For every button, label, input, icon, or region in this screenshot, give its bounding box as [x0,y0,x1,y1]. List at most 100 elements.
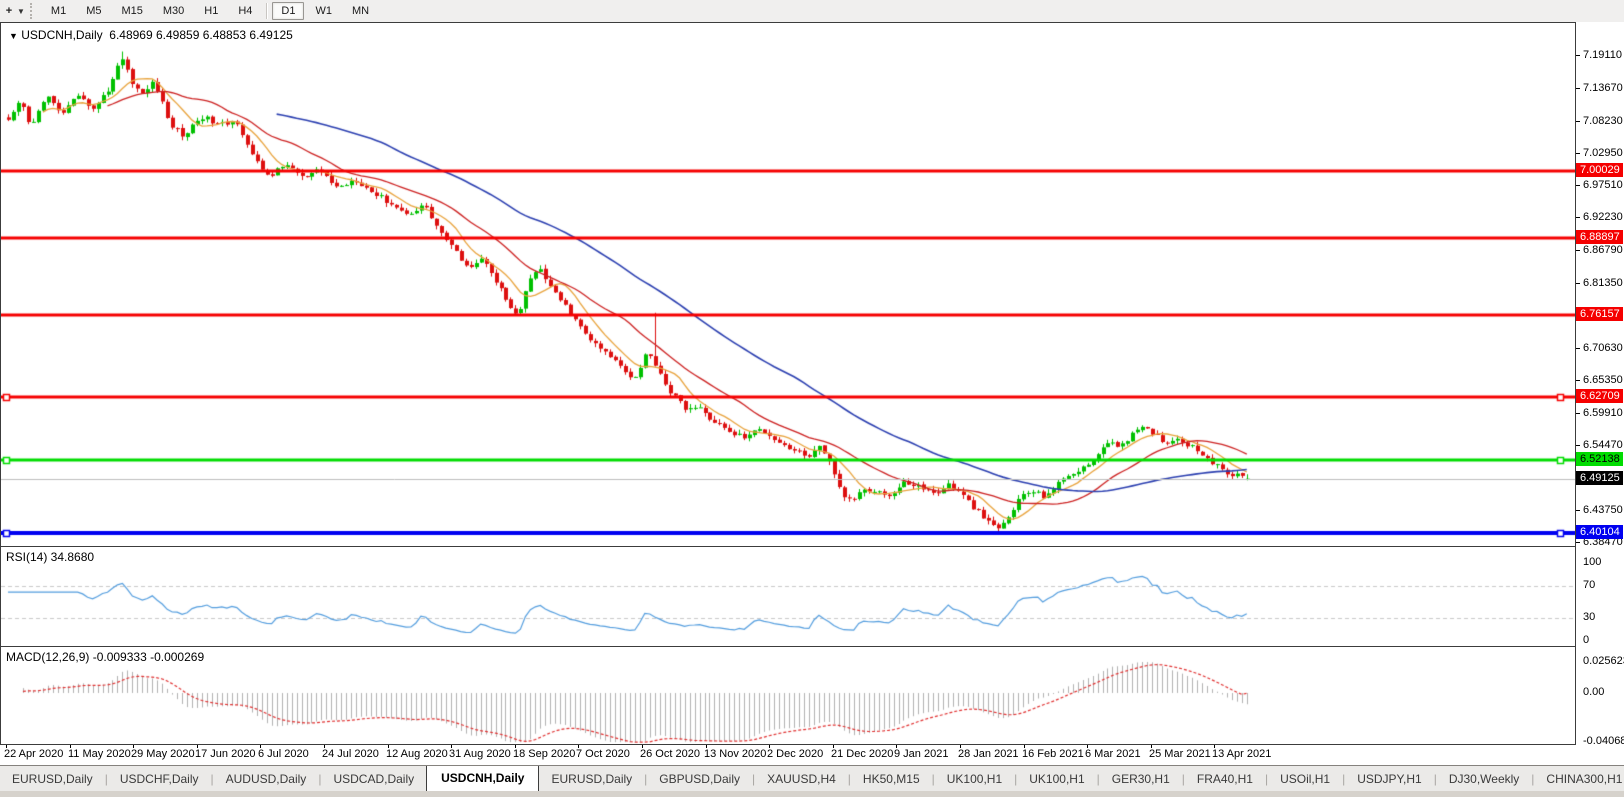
chart-region: ▼ USDCNH,Daily 6.48969 6.49859 6.48853 6… [0,22,1624,765]
crosshair-icon[interactable]: + [2,5,16,17]
timeframe-button-m1[interactable]: M1 [42,2,75,20]
timeframe-button-w1[interactable]: W1 [306,2,341,20]
date-label: 12 Aug 2020 [386,748,448,760]
date-label: 18 Sep 2020 [513,748,575,760]
rsi-tick-label: 30 [1583,611,1595,623]
date-label: 24 Jul 2020 [322,748,379,760]
axis-tick-mark [1576,445,1580,446]
date-label: 28 Jan 2021 [958,748,1019,760]
date-axis[interactable]: 22 Apr 2020 11 May 202029 May 202017 Jun … [0,745,1576,763]
hline-price-tag: 6.62709 [1576,389,1623,403]
toolbar-separator [266,3,267,19]
timeframe-button-m15[interactable]: M15 [112,2,151,20]
axis-tick-mark [1576,542,1580,543]
chart-tab-fra40-h1[interactable]: FRA40,H1 [1185,767,1265,792]
price-tick-label: 6.65350 [1583,374,1623,386]
date-label: 9 Jan 2021 [894,748,948,760]
chart-tab-usoil-h1[interactable]: USOil,H1 [1268,767,1342,792]
rsi-tick-label: 0 [1583,634,1589,646]
date-label: 22 Apr 2020 [4,748,63,760]
price-tick-label: 6.81350 [1583,277,1623,289]
price-tick-label: 7.13670 [1583,82,1623,94]
price-tick-label: 7.02950 [1583,147,1623,159]
date-label: 21 Dec 2020 [831,748,893,760]
price-tick-label: 6.92230 [1583,211,1623,223]
axis-tick-mark [1576,413,1580,414]
rsi-panel: RSI(14) 34.8680 [0,546,1576,647]
date-label: 7 Oct 2020 [576,748,630,760]
timeframe-button-h4[interactable]: H4 [229,2,261,20]
axis-tick-mark [1576,510,1580,511]
axis-tick-mark [1576,121,1580,122]
date-label: 26 Oct 2020 [640,748,700,760]
chart-tab-ger30-h1[interactable]: GER30,H1 [1100,767,1182,792]
macd-tick-label: 0.00 [1583,686,1604,698]
window-bottom-strip [0,791,1624,797]
date-label: 13 Nov 2020 [704,748,766,760]
price-tick-label: 6.59910 [1583,407,1623,419]
rsi-tick-label: 70 [1583,579,1595,591]
timeframe-button-h1[interactable]: H1 [195,2,227,20]
panels-column: ▼ USDCNH,Daily 6.48969 6.49859 6.48853 6… [0,22,1576,765]
chart-title-caret-icon[interactable]: ▼ [9,31,18,41]
macd-tick-label: 0.025623 [1583,655,1624,667]
hline-price-tag: 6.76157 [1576,307,1623,321]
timeframe-button-m5[interactable]: M5 [77,2,110,20]
timeframe-button-d1[interactable]: D1 [272,2,304,20]
chart-tab-china300-h1[interactable]: CHINA300,H1 [1534,767,1624,792]
chart-tab-uk100-h1[interactable]: UK100,H1 [1017,767,1096,792]
axis-tick-mark [1576,185,1580,186]
price-tick-label: 6.86790 [1583,244,1623,256]
chart-tab-eurusd-daily[interactable]: EURUSD,Daily [0,767,105,792]
hline-price-tag: 6.52138 [1576,452,1623,466]
date-label: 6 Jul 2020 [258,748,309,760]
chart-tab-gbpusd-daily[interactable]: GBPUSD,Daily [647,767,752,792]
date-label: 11 May 2020 [68,748,131,760]
date-label: 6 Mar 2021 [1085,748,1141,760]
chart-tab-usdcad-daily[interactable]: USDCAD,Daily [321,767,426,792]
rsi-chart-canvas[interactable] [1,547,1575,646]
chart-tab-hk50-m15[interactable]: HK50,M15 [851,767,932,792]
axis-tick-mark [1576,283,1580,284]
chart-tab-usdchf-daily[interactable]: USDCHF,Daily [108,767,211,792]
timeframe-button-m30[interactable]: M30 [154,2,193,20]
chart-tab-usdjpy-h1[interactable]: USDJPY,H1 [1345,767,1433,792]
rsi-tick-label: 100 [1583,556,1601,568]
price-axis[interactable]: 7.191107.136707.082307.029506.975106.922… [1576,22,1624,765]
date-label: 29 May 2020 [131,748,195,760]
chart-symbol-label: USDCNH,Daily [21,28,102,42]
chevron-down-icon[interactable]: ▼ [17,7,25,16]
price-tick-label: 6.97510 [1583,179,1623,191]
timeframe-button-mn[interactable]: MN [343,2,378,20]
macd-label: MACD(12,26,9) -0.009333 -0.000269 [6,650,204,664]
chart-tab-uk100-h1[interactable]: UK100,H1 [935,767,1014,792]
date-label: 17 Jun 2020 [195,748,256,760]
date-label: 2 Dec 2020 [767,748,823,760]
toolbar-grip[interactable] [30,3,36,19]
axis-tick-mark [1576,217,1580,218]
rsi-label: RSI(14) 34.8680 [6,550,94,564]
chart-tab-eurusd-daily[interactable]: EURUSD,Daily [539,767,644,792]
price-chart-canvas[interactable] [1,23,1575,546]
axis-tick-mark [1576,250,1580,251]
chart-tab-bar: EURUSD,Daily|USDCHF,Daily|AUDUSD,Daily|U… [0,765,1624,792]
price-panel: ▼ USDCNH,Daily 6.48969 6.49859 6.48853 6… [0,22,1576,547]
axis-tick-mark [1576,55,1580,56]
price-tick-label: 6.54470 [1583,439,1623,451]
chart-tab-usdcnh-daily[interactable]: USDCNH,Daily [426,765,539,792]
axis-tick-mark [1576,380,1580,381]
date-label: 16 Feb 2021 [1022,748,1084,760]
period-toolbar: + ▼ M1M5M15M30H1H4 D1W1MN [0,0,1624,23]
chart-ohlc-values: 6.48969 6.49859 6.48853 6.49125 [109,28,293,42]
chart-title: ▼ USDCNH,Daily 6.48969 6.49859 6.48853 6… [9,28,293,42]
macd-chart-canvas[interactable] [1,647,1575,744]
hline-price-tag: 7.00029 [1576,163,1623,177]
chart-tab-audusd-daily[interactable]: AUDUSD,Daily [214,767,319,792]
price-tick-label: 7.19110 [1583,49,1622,61]
timeframe-buttons: M1M5M15M30H1H4 D1W1MN [41,2,379,20]
chart-tab-xauusd-h4[interactable]: XAUUSD,H4 [755,767,848,792]
chart-tab-dj30-weekly[interactable]: DJ30,Weekly [1437,767,1531,792]
macd-panel: MACD(12,26,9) -0.009333 -0.000269 [0,646,1576,745]
axis-tick-mark [1576,348,1580,349]
hline-price-tag: 6.40104 [1576,525,1623,539]
